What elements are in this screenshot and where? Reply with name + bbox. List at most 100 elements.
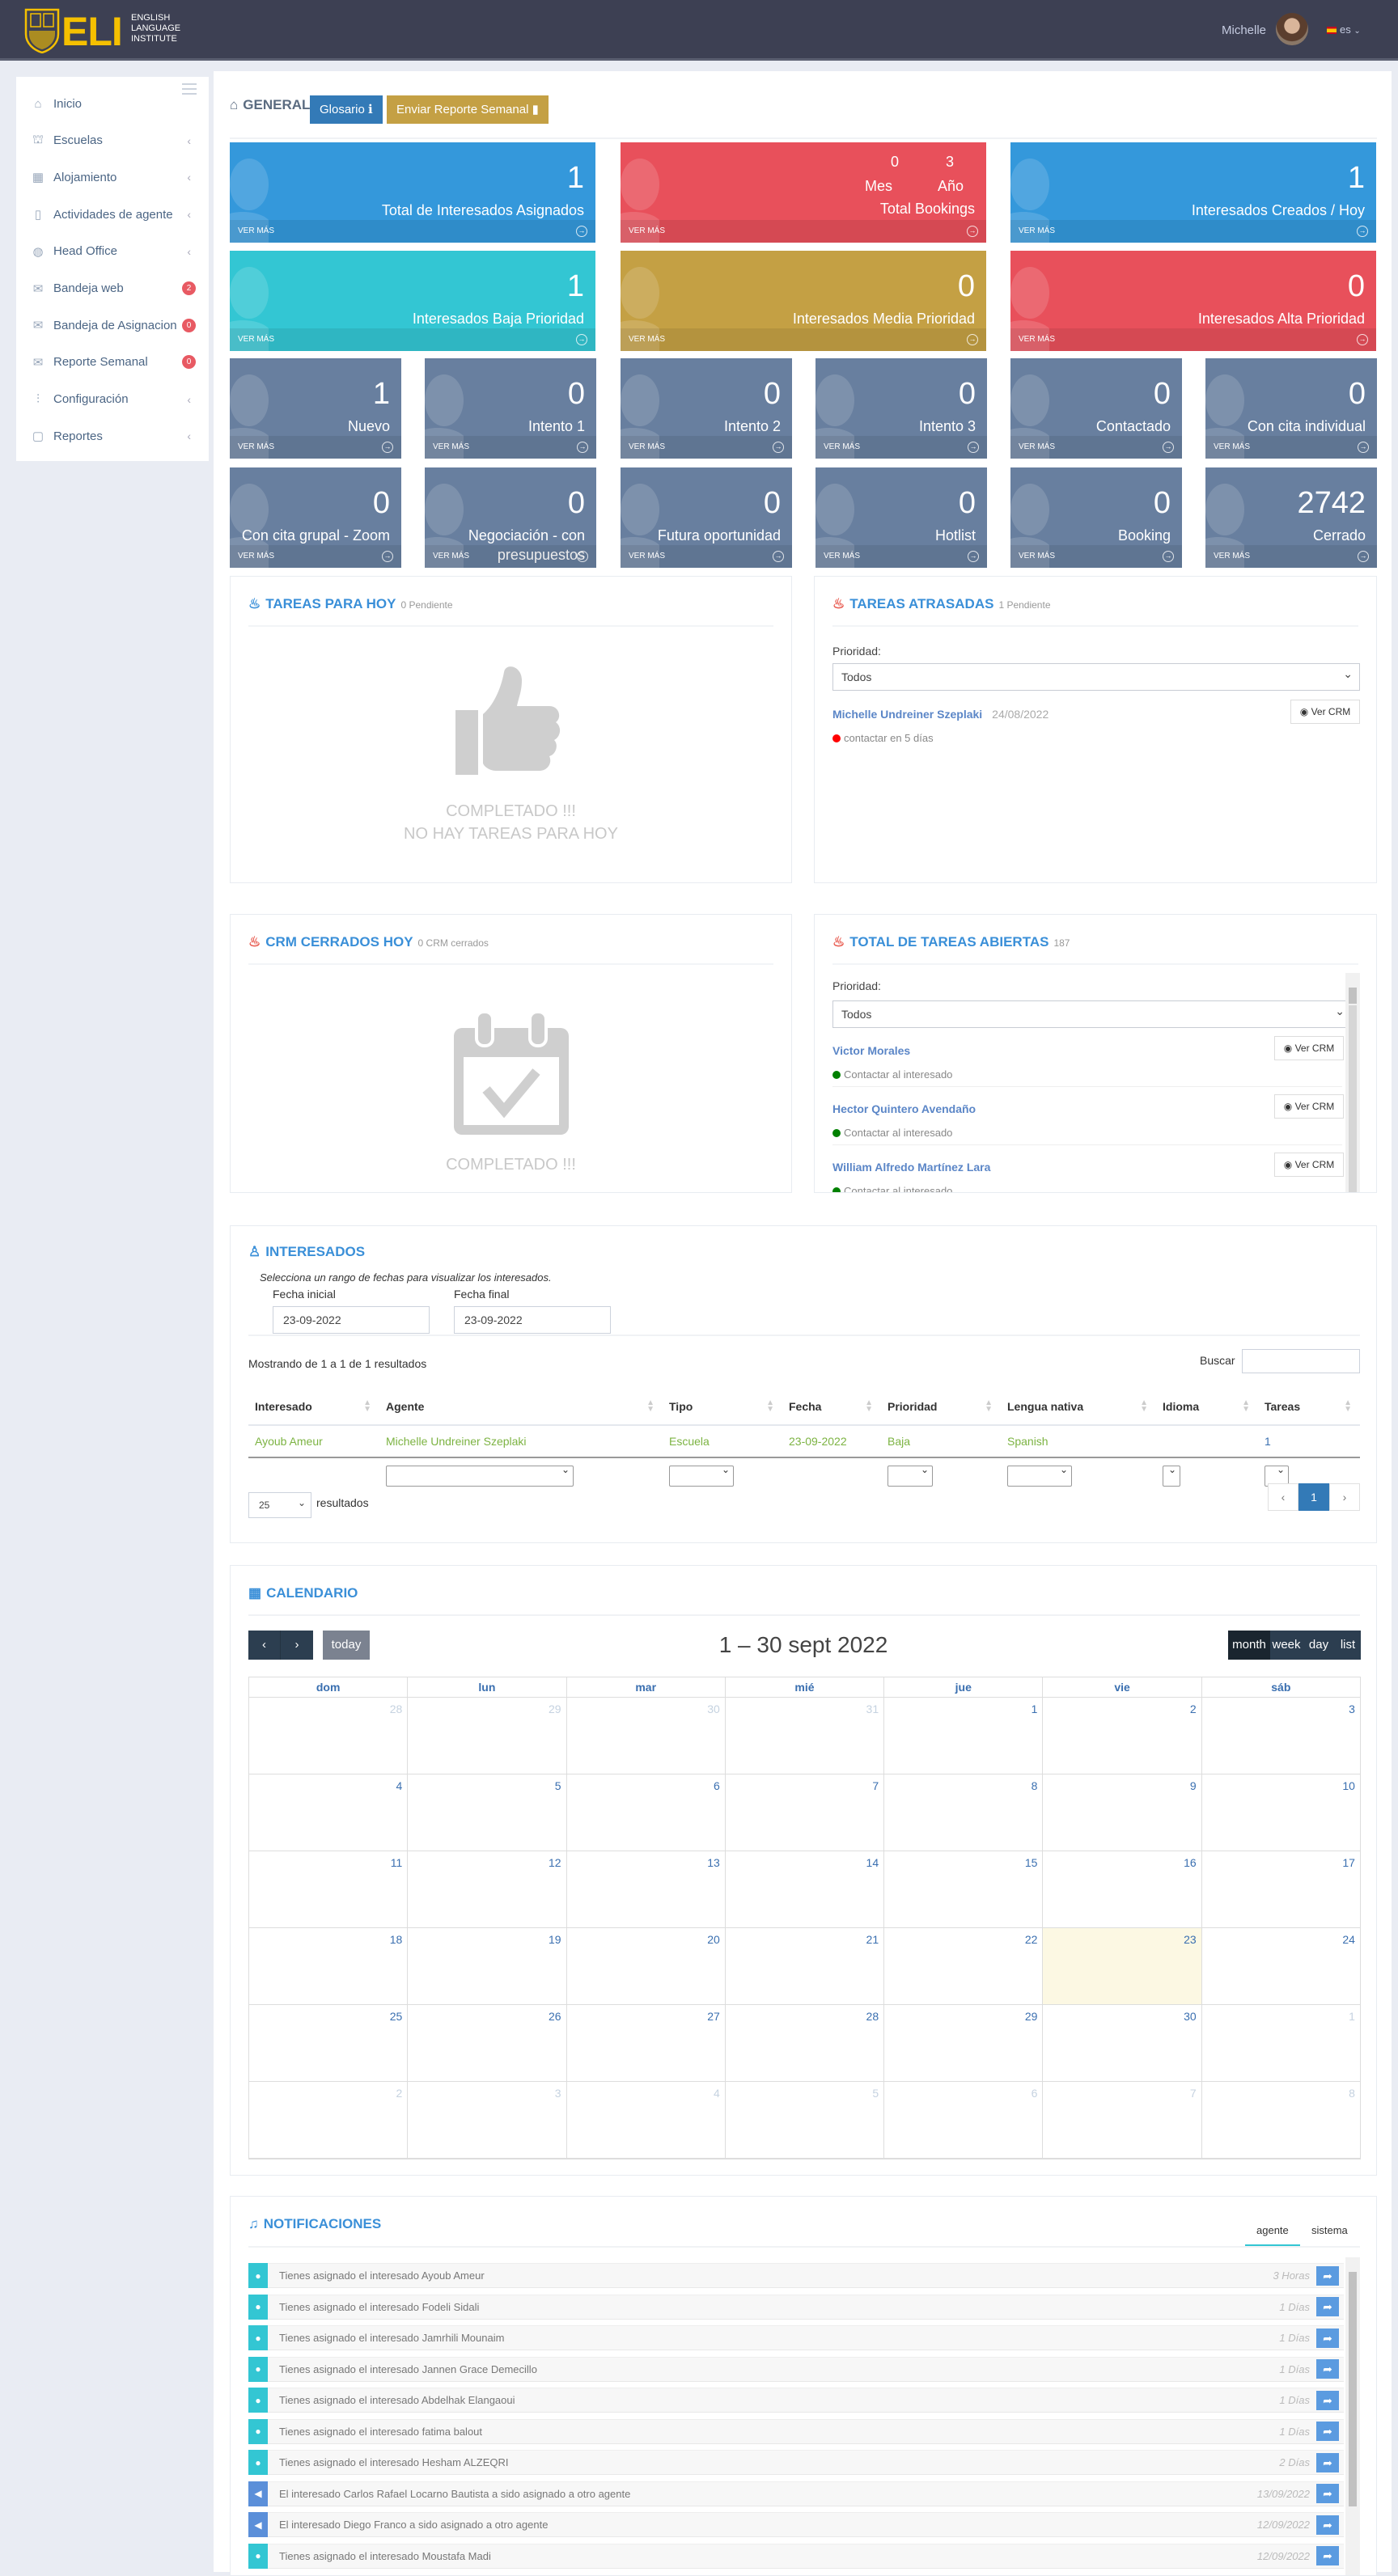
column-header[interactable]: Agente ▲ ▼	[379, 1388, 663, 1426]
task-contact-link[interactable]: Hector Quintero Avendaño	[832, 1102, 976, 1115]
share-arrow-button[interactable]: ➦	[1316, 2484, 1339, 2503]
ver-mas-link[interactable]: VER MÁS →	[425, 436, 596, 459]
notification-item[interactable]: ● Tienes asignado el interesado Jannen Gr…	[248, 2356, 1344, 2382]
calendar-day[interactable]: 3	[1202, 1698, 1360, 1774]
notification-item[interactable]: ● Tienes asignado el interesado Hesham AL…	[248, 2450, 1344, 2475]
ver-mas-link[interactable]: VER MÁS →	[816, 545, 987, 568]
column-header[interactable]: Prioridad ▲ ▼	[881, 1388, 1001, 1426]
language-selector[interactable]: es ⌄	[1340, 23, 1361, 36]
column-filter-select[interactable]	[386, 1464, 574, 1487]
scrollbar[interactable]	[1345, 2257, 1360, 2575]
stat-tile[interactable]: 2742 Cerrado VER MÁS →	[1205, 467, 1377, 568]
page-size-select[interactable]: 25 ⌄	[248, 1492, 311, 1518]
stat-tile[interactable]: 0 Negociación - con presupuestos VER MÁS →	[425, 467, 596, 568]
calendar-day[interactable]: 20	[567, 1928, 726, 2004]
column-filter-select[interactable]	[1007, 1464, 1072, 1487]
calendar-day[interactable]: 14	[726, 1851, 885, 1927]
sidebar-item-inicio[interactable]: ⌂ Inicio	[16, 87, 209, 120]
share-arrow-button[interactable]: ➦	[1316, 2452, 1339, 2472]
calendar-day[interactable]: 8	[884, 1774, 1044, 1851]
enviar-reporte-button[interactable]: Enviar Reporte Semanal ▮	[387, 95, 549, 124]
ver-crm-button[interactable]: ◉ Ver CRM	[1274, 1153, 1344, 1177]
notification-item[interactable]: ● Tienes asignado el interesado fatima ba…	[248, 2418, 1344, 2444]
ver-crm-button[interactable]: ◉ Ver CRM	[1274, 1094, 1344, 1119]
stat-tile[interactable]: 0 Futura oportunidad VER MÁS →	[621, 467, 792, 568]
calendar-day[interactable]: 5	[408, 1774, 567, 1851]
calendar-day[interactable]: 7	[1043, 2082, 1202, 2158]
ver-mas-link[interactable]: VER MÁS →	[1010, 220, 1376, 243]
stat-tile[interactable]: 0 Hotlist VER MÁS →	[816, 467, 987, 568]
view-month-button[interactable]: month	[1228, 1631, 1270, 1660]
sidebar-item-bandeja-de-asignacion[interactable]: ✉ Bandeja de Asignacion 0	[16, 309, 209, 341]
page-button[interactable]: 1	[1298, 1483, 1329, 1511]
stat-tile[interactable]: 0 Intento 1 VER MÁS →	[425, 358, 596, 459]
calendar-day[interactable]: 31	[726, 1698, 885, 1774]
scrollbar[interactable]	[1345, 973, 1360, 1192]
calendar-day[interactable]: 2	[249, 2082, 409, 2158]
spain-flag-icon[interactable]	[1327, 27, 1337, 34]
calendar-day[interactable]: 15	[884, 1851, 1044, 1927]
ver-mas-link[interactable]: VER MÁS →	[621, 436, 792, 459]
sidebar-item-bandeja-web[interactable]: ✉ Bandeja web 2	[16, 273, 209, 305]
share-arrow-button[interactable]: ➦	[1316, 2265, 1339, 2286]
notification-item[interactable]: ● Tienes asignado el interesado Ayoub Ame…	[248, 2263, 1344, 2288]
column-header[interactable]: Tareas ▲ ▼	[1258, 1388, 1360, 1426]
column-header[interactable]: Fecha ▲ ▼	[782, 1388, 881, 1426]
share-arrow-button[interactable]: ➦	[1316, 2297, 1339, 2316]
calendar-day[interactable]: 28	[726, 2005, 885, 2081]
fecha-final-input[interactable]: 23-09-2022	[454, 1306, 611, 1334]
calendar-day[interactable]: 17	[1202, 1851, 1360, 1927]
next-page-button[interactable]: ›	[1329, 1483, 1360, 1511]
sidebar-item-reportes[interactable]: ▢ Reportes ‹	[16, 420, 209, 452]
sidebar-item-configuraci-n[interactable]: ⫶ Configuración ‹	[16, 383, 209, 416]
calendar-day[interactable]: 12	[408, 1851, 567, 1927]
prev-page-button[interactable]: ‹	[1268, 1483, 1298, 1511]
share-arrow-button[interactable]: ➦	[1316, 2390, 1339, 2410]
share-arrow-button[interactable]: ➦	[1316, 2328, 1339, 2348]
sidebar-item-alojamiento[interactable]: ▦ Alojamiento ‹	[16, 161, 209, 193]
stat-tile[interactable]: 0 Intento 2 VER MÁS →	[621, 358, 792, 459]
column-filter-select[interactable]	[1163, 1464, 1180, 1487]
calendar-day[interactable]: 30	[567, 1698, 726, 1774]
buscar-input[interactable]	[1242, 1349, 1360, 1373]
ver-mas-link[interactable]: VER MÁS →	[1205, 436, 1377, 459]
calendar-day[interactable]: 27	[567, 2005, 726, 2081]
ver-mas-link[interactable]: VER MÁS →	[1010, 328, 1376, 351]
notification-item[interactable]: ● Tienes asignado el interesado Jamrhili …	[248, 2325, 1344, 2350]
calendar-day[interactable]: 26	[408, 2005, 567, 2081]
column-header[interactable]: Interesado ▲ ▼	[248, 1388, 379, 1426]
notification-item[interactable]: ◀ El interesado Carlos Rafael Locarno Bau…	[248, 2481, 1344, 2506]
prioridad-select[interactable]: Todos	[832, 998, 1352, 1028]
calendar-day[interactable]: 3	[408, 2082, 567, 2158]
stat-tile[interactable]: 1 Interesados Baja Prioridad VER MÁS →	[230, 251, 595, 351]
share-arrow-button[interactable]: ➦	[1316, 2546, 1339, 2565]
calendar-day[interactable]: 30	[1043, 2005, 1202, 2081]
stat-tile[interactable]: 0 Interesados Alta Prioridad VER MÁS →	[1010, 251, 1376, 351]
ver-mas-link[interactable]: VER MÁS →	[425, 545, 596, 568]
ver-mas-link[interactable]: VER MÁS →	[816, 436, 987, 459]
ver-mas-link[interactable]: VER MÁS →	[1010, 545, 1182, 568]
calendar-day[interactable]: 29	[884, 2005, 1044, 2081]
ver-mas-link[interactable]: VER MÁS →	[621, 220, 986, 243]
stat-tile[interactable]: 0 Booking VER MÁS →	[1010, 467, 1182, 568]
ver-crm-button[interactable]: ◉ Ver CRM	[1274, 1036, 1344, 1060]
calendar-day[interactable]: 7	[726, 1774, 885, 1851]
calendar-day[interactable]: 1	[1202, 2005, 1360, 2081]
calendar-day[interactable]: 6	[884, 2082, 1044, 2158]
share-arrow-button[interactable]: ➦	[1316, 2359, 1339, 2379]
share-arrow-button[interactable]: ➦	[1316, 2515, 1339, 2535]
column-header[interactable]: Idioma ▲ ▼	[1156, 1388, 1258, 1426]
calendar-day[interactable]: 19	[408, 1928, 567, 2004]
calendar-day[interactable]: 25	[249, 2005, 409, 2081]
calendar-day[interactable]: 8	[1202, 2082, 1360, 2158]
ver-crm-button[interactable]: ◉ Ver CRM	[1290, 700, 1360, 724]
notification-item[interactable]: ● Tienes asignado el interesado Abdelhak …	[248, 2388, 1344, 2413]
view-day-button[interactable]: day	[1303, 1631, 1335, 1660]
notification-item[interactable]: ◀ El interesado Diego Franco a sido asign…	[248, 2512, 1344, 2537]
stat-tile[interactable]: 1 Interesados Creados / Hoy VER MÁS →	[1010, 142, 1376, 243]
calendar-day[interactable]: 4	[249, 1774, 409, 1851]
sidebar-item-escuelas[interactable]: ⛫ Escuelas ‹	[16, 125, 209, 157]
calendar-day[interactable]: 9	[1043, 1774, 1202, 1851]
calendar-day[interactable]: 1	[884, 1698, 1044, 1774]
calendar-day[interactable]: 22	[884, 1928, 1044, 2004]
